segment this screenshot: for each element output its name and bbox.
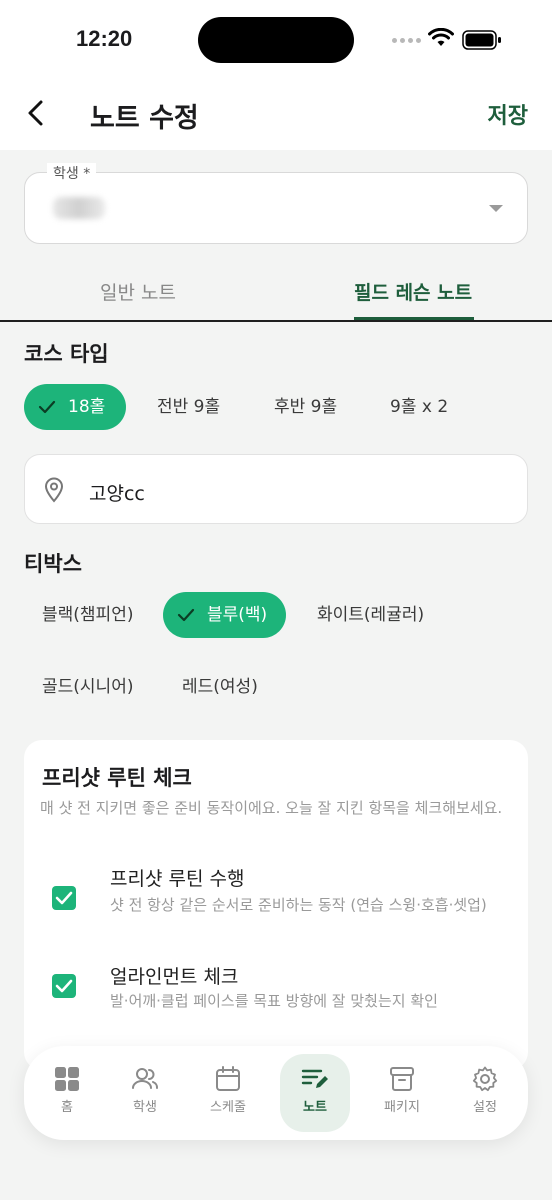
check-icon <box>177 608 195 622</box>
grid-icon <box>55 1067 79 1091</box>
tab-general-note[interactable]: 일반 노트 <box>100 278 176 305</box>
routine-item-description: 샷 전 항상 같은 순서로 준비하는 동작 (연습 스윙·호흡·셋업) <box>110 896 487 914</box>
checkmark-icon <box>55 891 73 905</box>
routine-item-title: 얼라인먼트 체크 <box>110 966 239 988</box>
checkbox-checked[interactable] <box>52 974 76 998</box>
signal-icon <box>392 38 421 43</box>
tee-option-red[interactable]: 레드(여성) <box>170 664 270 710</box>
nav-packages[interactable]: 패키지 <box>367 1054 437 1132</box>
note-edit-icon <box>301 1069 328 1088</box>
gear-icon <box>472 1066 498 1092</box>
bottom-navigation: 홈 학생 스케줄 노트 패키지 설정 <box>24 1046 528 1140</box>
tee-box-title: 티박스 <box>24 552 82 576</box>
location-value: 고양cc <box>89 483 145 505</box>
note-type-tabs: 일반 노트 필드 레슨 노트 <box>0 262 552 322</box>
course-location-field[interactable]: 고양cc <box>24 454 528 524</box>
tee-option-black[interactable]: 블랙(챔피언) <box>30 592 145 638</box>
routine-item-title: 프리샷 루틴 수행 <box>110 868 245 890</box>
course-type-title: 코스 타입 <box>24 342 109 366</box>
battery-icon <box>462 30 501 50</box>
nav-home[interactable]: 홈 <box>32 1054 102 1132</box>
routine-card-title: 프리샷 루틴 체크 <box>42 766 192 790</box>
app-header: 노트 수정 저장 <box>0 80 552 150</box>
dropdown-arrow-icon <box>489 205 503 212</box>
users-icon <box>132 1068 158 1089</box>
checkmark-icon <box>55 979 73 993</box>
course-option-18[interactable]: 18홀 <box>24 384 126 430</box>
status-bar: 12:20 <box>0 0 552 80</box>
status-time: 12:20 <box>76 26 133 51</box>
nav-students[interactable]: 학생 <box>110 1054 180 1132</box>
check-icon <box>38 400 56 414</box>
checkbox-checked[interactable] <box>52 886 76 910</box>
calendar-icon <box>216 1066 240 1091</box>
nav-notes[interactable]: 노트 <box>280 1054 350 1132</box>
back-arrow-icon[interactable] <box>22 98 52 128</box>
routine-card-description: 매 샷 전 지키면 좋은 준비 동작이에요. 오늘 잘 지킨 항목을 체크해보세… <box>40 799 503 817</box>
page-title: 노트 수정 <box>90 103 199 134</box>
course-option-back9[interactable]: 후반 9홀 <box>262 384 349 430</box>
student-value-blurred <box>53 197 105 219</box>
dynamic-island <box>198 17 354 63</box>
routine-item-description: 발·어깨·클럽 페이스를 목표 방향에 잘 맞췄는지 확인 <box>110 992 438 1010</box>
preshot-routine-card: 프리샷 루틴 체크 매 샷 전 지키면 좋은 준비 동작이에요. 오늘 잘 지킨… <box>24 740 528 1070</box>
tab-field-lesson-note[interactable]: 필드 레슨 노트 <box>354 278 472 305</box>
tee-option-blue[interactable]: 블루(백) <box>163 592 286 638</box>
tee-option-white[interactable]: 화이트(레귤러) <box>305 592 436 638</box>
save-button[interactable]: 저장 <box>488 98 528 130</box>
tab-divider <box>0 320 552 322</box>
archive-icon <box>390 1067 414 1091</box>
course-option-front9[interactable]: 전반 9홀 <box>145 384 232 430</box>
location-pin-icon <box>44 477 64 503</box>
nav-settings[interactable]: 설정 <box>450 1054 520 1132</box>
course-option-9x2[interactable]: 9홀 x 2 <box>378 384 460 430</box>
wifi-icon <box>428 28 454 46</box>
student-field-label: 학생 * <box>47 163 97 183</box>
nav-schedule[interactable]: 스케줄 <box>193 1054 263 1132</box>
tee-option-gold[interactable]: 골드(시니어) <box>30 664 145 710</box>
student-select[interactable]: 학생 * <box>24 163 528 244</box>
